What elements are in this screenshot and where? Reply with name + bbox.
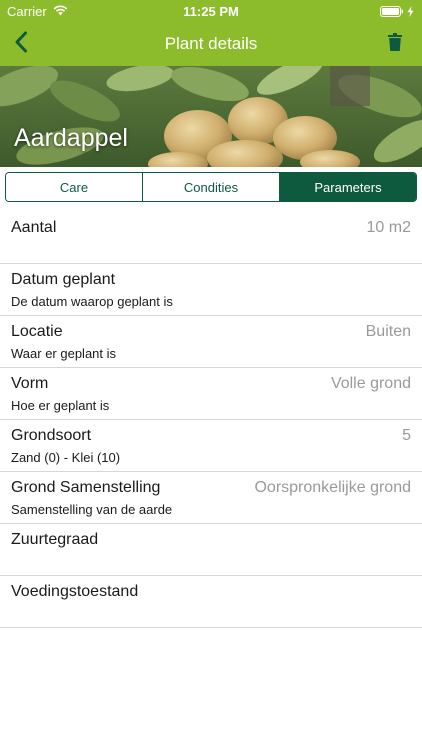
row-label: Zuurtegraad — [11, 531, 99, 548]
row-label: Grondsoort — [11, 427, 92, 444]
row-description: Waar er geplant is — [11, 346, 117, 361]
app-header: Carrier 11:25 PM Plant details — [0, 0, 422, 66]
row-grond-samenstelling[interactable]: Grond Samenstelling Samenstelling van de… — [0, 472, 422, 524]
parameters-list: Aantal 10 m2 Datum geplant De datum waar… — [0, 212, 422, 628]
row-voedingstoestand[interactable]: Voedingstoestand — [0, 576, 422, 628]
row-label: Datum geplant — [11, 271, 116, 288]
charging-bolt-icon — [407, 5, 414, 20]
row-label: Locatie — [11, 323, 63, 340]
delete-button[interactable] — [386, 32, 404, 56]
navigation-bar: Plant details — [0, 22, 422, 66]
battery-indicator — [380, 5, 414, 20]
row-value: 5 — [402, 427, 411, 444]
row-value: Volle grond — [330, 375, 411, 392]
row-aantal[interactable]: Aantal 10 m2 — [0, 212, 422, 264]
row-label: Voedingstoestand — [11, 583, 139, 600]
row-label: Grond Samenstelling — [11, 479, 161, 496]
page-title: Plant details — [164, 34, 258, 53]
tab-parameters[interactable]: Parameters — [280, 173, 416, 201]
row-label: Aantal — [11, 219, 57, 236]
tab-care[interactable]: Care — [6, 173, 143, 201]
row-description: Zand (0) - Klei (10) — [11, 450, 121, 465]
row-value: 10 m2 — [366, 219, 411, 236]
row-description: De datum waarop geplant is — [11, 294, 173, 309]
status-time: 11:25 PM — [183, 4, 239, 19]
segmented-control: Care Condities Parameters — [5, 172, 417, 202]
row-locatie[interactable]: Locatie Waar er geplant is Buiten — [0, 316, 422, 368]
row-datum-geplant[interactable]: Datum geplant De datum waarop geplant is — [0, 264, 422, 316]
battery-icon — [380, 5, 404, 20]
row-value: Oorspronkelijke grond — [254, 479, 411, 496]
plant-hero-image: Aardappel — [0, 66, 422, 167]
status-bar: Carrier 11:25 PM — [0, 0, 422, 22]
row-description: Samenstelling van de aarde — [11, 502, 173, 517]
row-label: Vorm — [11, 375, 49, 392]
row-description: Hoe er geplant is — [11, 398, 110, 413]
row-grondsoort[interactable]: Grondsoort Zand (0) - Klei (10) 5 — [0, 420, 422, 472]
row-value: Buiten — [365, 323, 411, 340]
tab-condities[interactable]: Condities — [143, 173, 280, 201]
row-vorm[interactable]: Vorm Hoe er geplant is Volle grond — [0, 368, 422, 420]
trash-icon — [388, 32, 402, 56]
plant-name: Aardappel — [14, 124, 128, 152]
row-zuurtegraad[interactable]: Zuurtegraad — [0, 524, 422, 576]
